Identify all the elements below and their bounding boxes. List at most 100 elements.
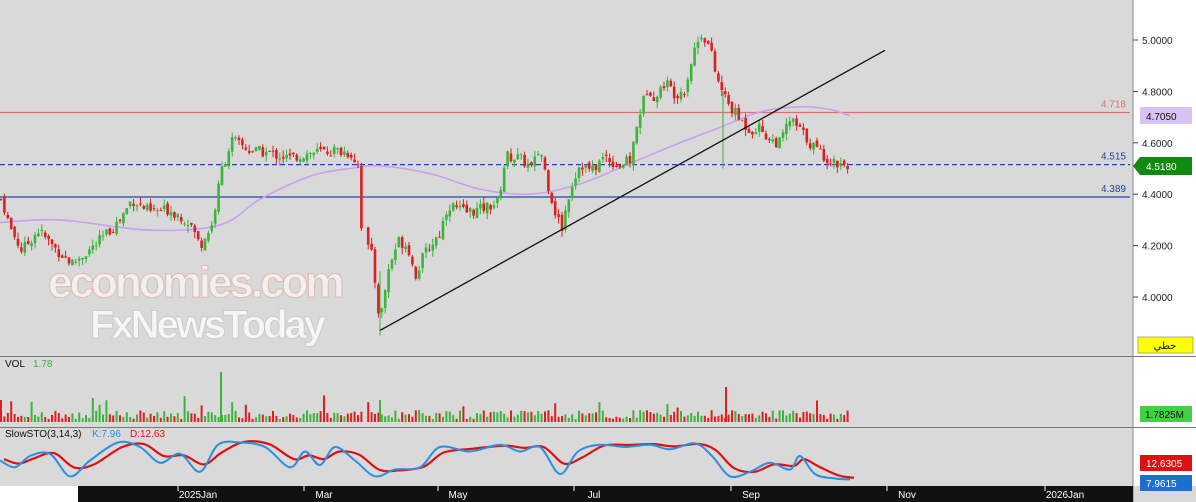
volume-bar [37,416,40,422]
candle-body [557,214,560,218]
line-mode-button[interactable]: خطي [1137,336,1194,354]
volume-bar [74,418,77,422]
volume-bar [588,413,591,422]
candle-body [788,121,792,127]
candle-body [278,158,282,160]
volume-bar [612,418,614,422]
volume-bar [190,413,193,422]
volume-bar [166,416,169,422]
volume-bar [744,414,747,422]
volume-bar [493,411,495,422]
candle-body [458,205,462,208]
x-tick-label: Nov [898,490,916,501]
volume-bar [581,413,584,422]
candle-body [20,247,23,252]
volume-bar [78,412,81,422]
candle-body [115,221,118,234]
volume-bar [425,415,427,422]
volume-bar [564,414,567,422]
volume-bar [520,410,523,422]
candle-body [414,266,418,279]
price-panel: 5.0000 4.8000 4.6000 4.4000 4.2000 4.0000 4.7… [0,0,1196,356]
candle-body [618,164,622,168]
line-mode-button-label[interactable]: خطي [1154,341,1177,352]
volume-bar [30,401,33,422]
volume-bar [61,418,64,422]
candle-body [247,150,251,153]
volume-bar [299,418,302,422]
volume-bar [23,416,26,422]
volume-bar [153,415,155,422]
candle-body [771,139,775,142]
candle-body [655,96,659,103]
candle-body [676,95,679,99]
candle-body [285,154,288,159]
volume-bar [455,418,458,422]
volume-bar [530,411,533,422]
volume-bar [809,413,812,422]
volume-bar [34,414,36,422]
volume-bar [516,414,519,422]
volume-bar [725,387,727,422]
candle-body [50,239,54,245]
volume-bar [598,402,601,422]
volume-bar [125,412,128,422]
volume-bar [510,410,512,422]
volume-bar [414,410,417,422]
volume-bar [737,414,740,422]
volume-bar [595,412,597,422]
volume-bar [785,415,788,422]
candle-body [506,151,509,167]
volume-bar [329,417,332,422]
candle-body [727,95,730,104]
volume-bar [666,404,669,422]
candle-body [679,91,683,100]
volume-bar [727,414,730,422]
volume-bar [462,406,465,422]
volume-bar [68,416,70,422]
candle-body [584,164,588,168]
volume-bar [384,416,387,422]
candle-body [98,235,101,245]
volume-bar [357,415,359,422]
candle-body [60,255,64,258]
volume-bar [703,415,706,422]
volume-bar [418,410,421,422]
volume-bar [758,415,761,422]
volume-bar [40,412,43,422]
volume-bar [513,416,516,422]
volume-bar [285,416,288,422]
volume-bar [649,411,652,422]
volume-bar [180,418,183,422]
candle-body [207,233,210,241]
volume-bar [282,417,285,422]
volume-bar [268,416,271,422]
volume-bar [57,413,60,422]
candle-body [730,101,734,114]
volume-bar [238,417,240,422]
volume-bar [714,416,716,422]
candle-body [574,178,577,186]
candle-body [513,159,516,163]
candle-body [802,127,805,131]
volume-bar [720,414,723,422]
volume-bar [812,413,815,422]
candle-body [30,243,33,247]
volume-bar [200,405,203,422]
candle-body [601,156,605,160]
candle-body [156,210,159,212]
candle-body [795,118,798,126]
volume-bar [350,413,353,422]
volume-bar [0,400,2,422]
candle-body [91,245,95,250]
volume-bar [88,417,91,422]
volume-bar [353,411,356,422]
candle-body [88,249,91,255]
price-tick-label: 4.2000 [1142,242,1173,253]
candle-body [0,199,3,201]
candle-body [587,162,591,169]
volume-bar [533,415,536,422]
candle-body [111,232,115,234]
candle-body [190,222,193,225]
candle-body [825,159,829,164]
